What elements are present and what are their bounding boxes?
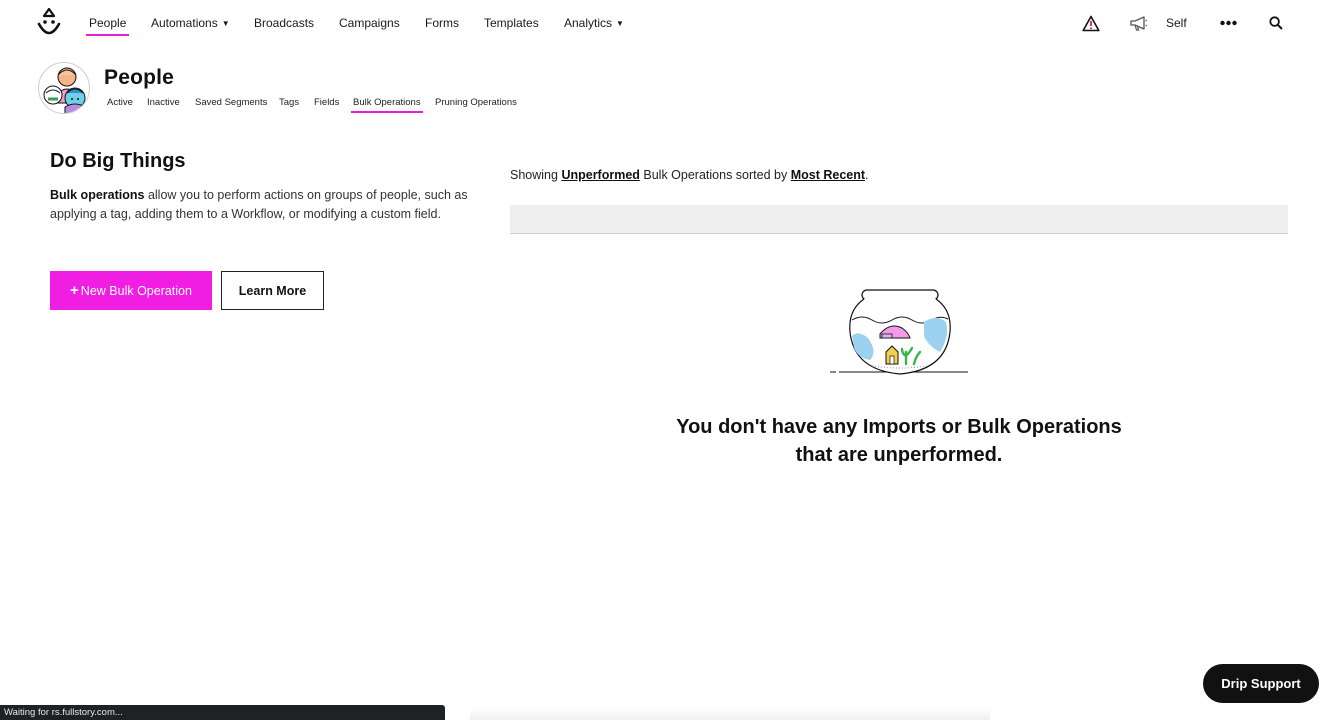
- chevron-down-icon: ▼: [616, 19, 624, 28]
- subtab-bulk-operations[interactable]: Bulk Operations: [351, 97, 423, 113]
- subtab-tags[interactable]: Tags: [279, 97, 299, 108]
- logo-icon[interactable]: [36, 8, 62, 38]
- plus-icon: +: [70, 282, 79, 299]
- table-header: [510, 205, 1288, 234]
- nav-automations[interactable]: Automations ▼: [151, 16, 230, 30]
- filter-link[interactable]: Unperformed: [561, 168, 639, 182]
- subtab-saved-segments[interactable]: Saved Segments: [195, 97, 267, 108]
- browser-status-bar: Waiting for rs.fullstory.com...: [0, 705, 445, 720]
- nav-analytics-label: Analytics: [564, 16, 613, 30]
- empty-state-line-2: that are unperformed.: [795, 444, 1003, 466]
- account-menu[interactable]: Self: [1166, 16, 1187, 30]
- subtab-inactive[interactable]: Inactive: [147, 97, 180, 108]
- nav-forms[interactable]: Forms: [425, 16, 459, 30]
- subtab-pruning-operations[interactable]: Pruning Operations: [435, 97, 517, 108]
- megaphone-icon[interactable]: [1129, 16, 1148, 31]
- summary-suffix: .: [865, 168, 869, 182]
- subtab-fields[interactable]: Fields: [314, 97, 339, 108]
- section-title: Do Big Things: [50, 150, 186, 172]
- page-title: People: [104, 66, 175, 89]
- new-bulk-operation-button[interactable]: + New Bulk Operation: [50, 271, 212, 310]
- people-illustration-icon: [43, 67, 86, 113]
- summary-middle: Bulk Operations sorted by: [639, 168, 791, 182]
- subtab-active[interactable]: Active: [107, 97, 133, 108]
- empty-state-line-1: You don't have any Imports or Bulk Opera…: [676, 416, 1122, 438]
- nav-templates[interactable]: Templates: [484, 16, 539, 30]
- new-bulk-operation-label: New Bulk Operation: [80, 283, 192, 298]
- nav-broadcasts[interactable]: Broadcasts: [254, 16, 314, 30]
- intro-description: Bulk operations allow you to perform act…: [50, 186, 470, 224]
- summary-prefix: Showing: [510, 168, 562, 182]
- nav-people[interactable]: People: [85, 16, 130, 36]
- search-icon[interactable]: [1269, 16, 1283, 30]
- nav-campaigns[interactable]: Campaigns: [339, 16, 400, 30]
- nav-analytics[interactable]: Analytics ▼: [564, 16, 624, 30]
- fishbowl-icon: [830, 289, 968, 375]
- drip-support-button[interactable]: Drip Support: [1203, 664, 1319, 703]
- more-icon[interactable]: [1220, 20, 1237, 26]
- description-bold: Bulk operations: [50, 188, 145, 202]
- list-summary: Showing Unperformed Bulk Operations sort…: [510, 168, 869, 182]
- sort-link[interactable]: Most Recent: [791, 168, 865, 182]
- empty-state-message: You don't have any Imports or Bulk Opera…: [640, 413, 1158, 469]
- nav-automations-label: Automations: [151, 16, 218, 30]
- page-shadow: [470, 708, 990, 720]
- people-avatar: [38, 62, 90, 114]
- alert-icon[interactable]: [1082, 15, 1100, 32]
- chevron-down-icon: ▼: [221, 19, 230, 28]
- learn-more-button[interactable]: Learn More: [221, 271, 324, 310]
- top-navigation: People Automations ▼ Broadcasts Campaigns…: [0, 0, 1338, 48]
